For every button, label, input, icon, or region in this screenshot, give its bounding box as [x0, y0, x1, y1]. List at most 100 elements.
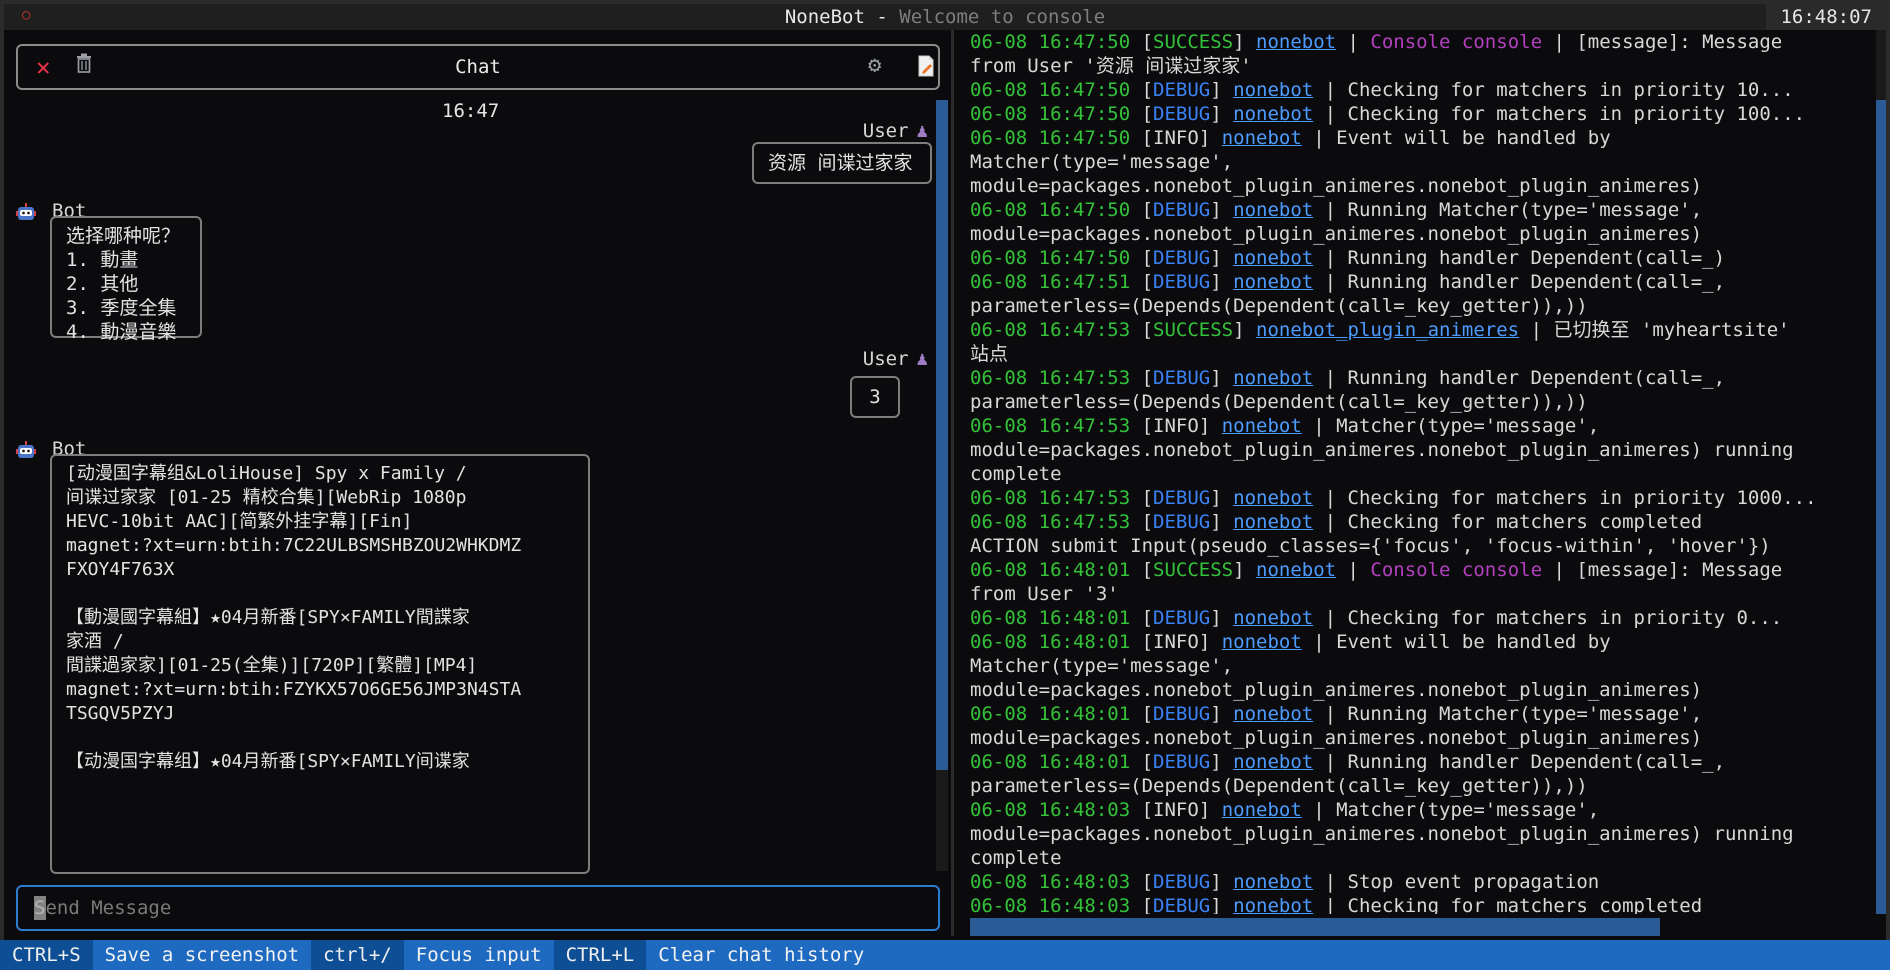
- log-level: DEBUG: [1153, 607, 1211, 629]
- log-message: | Checking for matchers in priority 0...: [1313, 607, 1783, 629]
- log-source-link[interactable]: nonebot: [1256, 559, 1336, 581]
- log-level: DEBUG: [1153, 103, 1211, 125]
- log-console-adapter: Console console: [1370, 31, 1543, 53]
- log-message: | Checking for matchers in priority 10..…: [1313, 79, 1794, 101]
- log-source-link[interactable]: nonebot: [1222, 415, 1302, 437]
- log-timestamp: 06-08 16:48:01: [970, 751, 1131, 773]
- log-source-link[interactable]: nonebot: [1233, 751, 1313, 773]
- log-line: 06-08 16:47:50 [DEBUG] nonebot | Checkin…: [970, 79, 1794, 101]
- log-timestamp: 06-08 16:47:50: [970, 247, 1131, 269]
- chat-scrollbar-thumb[interactable]: [936, 100, 948, 770]
- title-bar: ○ NoneBot - Welcome to console 16:48:07: [4, 4, 1886, 30]
- log-timestamp: 06-08 16:48:03: [970, 895, 1131, 914]
- person-icon: ♟: [916, 348, 928, 370]
- note-icon[interactable]: [918, 55, 934, 77]
- log-line: 06-08 16:48:03 [INFO] nonebot | Matcher(…: [970, 799, 1794, 869]
- log-source-link[interactable]: nonebot: [1233, 271, 1313, 293]
- log-level: SUCCESS: [1153, 319, 1234, 341]
- text-cursor: [34, 896, 46, 920]
- keybinding-key[interactable]: ctrl+/: [311, 940, 404, 970]
- log-source-link[interactable]: nonebot: [1233, 79, 1313, 101]
- log-scrollbar-thumb[interactable]: [1876, 100, 1886, 914]
- log-source-link[interactable]: nonebot: [1233, 247, 1313, 269]
- keybinding-description[interactable]: Focus input: [404, 940, 554, 970]
- log-line: 06-08 16:48:01 [SUCCESS] nonebot | Conso…: [970, 559, 1783, 605]
- log-timestamp: 06-08 16:47:53: [970, 487, 1131, 509]
- log-line: 06-08 16:47:53 [SUCCESS] nonebot_plugin_…: [970, 319, 1790, 365]
- chat-messages: 16:47 User ♟ 资源 间谍过家家 Bot 选择哪种呢？ 1. 動畫 2.…: [12, 100, 940, 901]
- app-name: NoneBot: [784, 6, 865, 28]
- log-timestamp: 06-08 16:48:03: [970, 871, 1131, 893]
- log-level: DEBUG: [1153, 895, 1211, 914]
- log-level: DEBUG: [1153, 79, 1211, 101]
- log-source-link[interactable]: nonebot_plugin_animeres: [1256, 319, 1519, 341]
- input-placeholder: Send Message: [34, 897, 172, 919]
- log-level: DEBUG: [1153, 487, 1211, 509]
- header-clock: 16:48:07: [1766, 4, 1886, 30]
- chat-title: Chat: [455, 56, 501, 78]
- robot-icon: [16, 440, 36, 458]
- sender-name: User: [862, 348, 909, 370]
- keybinding-description[interactable]: Clear chat history: [646, 940, 876, 970]
- log-timestamp: 06-08 16:47:50: [970, 31, 1131, 53]
- message-time: 16:47: [442, 100, 500, 122]
- log-timestamp: 06-08 16:47:53: [970, 511, 1131, 533]
- keybinding-key[interactable]: CTRL+L: [553, 940, 647, 970]
- user-message-bubble: 3: [850, 376, 900, 418]
- log-source-link[interactable]: nonebot: [1233, 103, 1313, 125]
- log-source-link[interactable]: nonebot: [1233, 511, 1313, 533]
- log-source-link[interactable]: nonebot: [1233, 703, 1313, 725]
- log-source-link[interactable]: nonebot: [1222, 127, 1302, 149]
- log-timestamp: 06-08 16:48:01: [970, 607, 1131, 629]
- log-line: 06-08 16:48:03 [DEBUG] nonebot | Stop ev…: [970, 871, 1600, 893]
- log-timestamp: 06-08 16:47:50: [970, 79, 1131, 101]
- footer-keybindings: CTRL+S Save a screenshot ctrl+/Focus input…: [0, 940, 1890, 970]
- log-message: | Checking for matchers in priority 100.…: [1313, 103, 1806, 125]
- log-source-link[interactable]: nonebot: [1233, 871, 1313, 893]
- log-horizontal-scrollbar[interactable]: [970, 918, 1660, 936]
- log-message: | Stop event propagation: [1313, 871, 1600, 893]
- send-message-input[interactable]: Send Message: [16, 885, 940, 931]
- log-timestamp: 06-08 16:47:53: [970, 319, 1131, 341]
- log-timestamp: 06-08 16:48:01: [970, 631, 1131, 653]
- log-source-link[interactable]: nonebot: [1233, 895, 1313, 914]
- log-line: 06-08 16:47:53 [DEBUG] nonebot | Running…: [970, 367, 1726, 413]
- chat-toolbar: ✕ Chat ⚙: [16, 44, 940, 90]
- log-timestamp: 06-08 16:48:01: [970, 559, 1131, 581]
- log-source-link[interactable]: nonebot: [1222, 799, 1302, 821]
- chat-pane: ✕ Chat ⚙ 16:47 User ♟ 资源 间谍过家家 Bot 选择哪种呢…: [12, 30, 947, 936]
- log-source-link[interactable]: nonebot: [1222, 631, 1302, 653]
- log-level: DEBUG: [1153, 871, 1211, 893]
- log-line: 06-08 16:47:53 [INFO] nonebot | Matcher(…: [970, 415, 1794, 485]
- log-timestamp: 06-08 16:47:50: [970, 199, 1131, 221]
- log-line: 06-08 16:48:01 [DEBUG] nonebot | Running…: [970, 751, 1726, 797]
- log-raw-text: ACTION submit Input(pseudo_classes={'foc…: [970, 535, 1771, 557]
- log-source-link[interactable]: nonebot: [1233, 367, 1313, 389]
- pane-divider: [951, 30, 954, 936]
- window-subtitle: Welcome to console: [899, 6, 1106, 28]
- log-line: ACTION submit Input(pseudo_classes={'foc…: [970, 534, 1862, 558]
- user-sender-label: User ♟: [863, 348, 928, 370]
- log-line: 06-08 16:47:51 [DEBUG] nonebot | Running…: [970, 271, 1726, 317]
- log-timestamp: 06-08 16:48:03: [970, 799, 1131, 821]
- log-message: | Checking for matchers completed: [1313, 895, 1703, 914]
- log-level: SUCCESS: [1153, 559, 1234, 581]
- title-separator: -: [864, 6, 900, 28]
- log-source-link[interactable]: nonebot: [1233, 199, 1313, 221]
- gear-icon[interactable]: ⚙: [868, 53, 881, 78]
- log-level: DEBUG: [1153, 511, 1211, 533]
- keybinding-key[interactable]: CTRL+S: [0, 940, 93, 970]
- log-message: | Checking for matchers in priority 1000…: [1313, 487, 1817, 509]
- log-level: INFO: [1153, 415, 1199, 437]
- log-line: 06-08 16:47:53 [DEBUG] nonebot | Checkin…: [970, 487, 1817, 509]
- log-timestamp: 06-08 16:47:53: [970, 415, 1131, 437]
- log-timestamp: 06-08 16:47:50: [970, 103, 1131, 125]
- keybinding-description[interactable]: Save a screenshot: [93, 940, 311, 970]
- log-level: SUCCESS: [1153, 31, 1234, 53]
- log-message: | Running handler Dependent(call=_): [1313, 247, 1726, 269]
- log-source-link[interactable]: nonebot: [1233, 607, 1313, 629]
- log-line: 06-08 16:47:53 [DEBUG] nonebot | Checkin…: [970, 511, 1703, 533]
- log-source-link[interactable]: nonebot: [1256, 31, 1336, 53]
- sender-name: User: [862, 120, 909, 142]
- log-source-link[interactable]: nonebot: [1233, 487, 1313, 509]
